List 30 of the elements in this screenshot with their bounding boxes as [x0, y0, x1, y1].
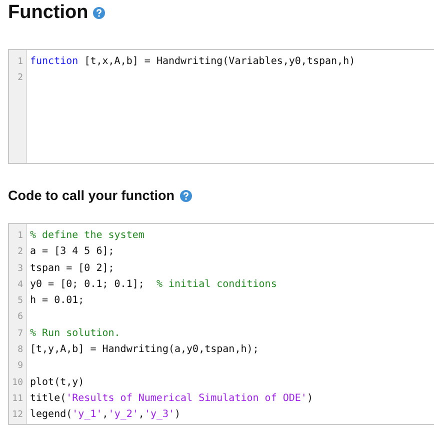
- code-line: % Run solution.: [29, 326, 122, 341]
- section-heading: Function: [8, 2, 88, 24]
- line-number: 8: [16, 344, 24, 358]
- line-number: 1: [16, 56, 24, 69]
- code-line: h = 0.01;: [29, 294, 86, 308]
- help-icon[interactable]: [93, 7, 106, 19]
- line-number: 2: [16, 246, 24, 260]
- code-line: y0 = [0; 0.1; 0.1]; % initial conditions: [29, 278, 278, 292]
- code-line: tspan = [0 2];: [29, 262, 116, 276]
- code-editor[interactable]: 1 2 function [t,x,A,b] = Handwriting(Variables,y0,tspan,h): [9, 50, 434, 163]
- code-line: a = [3 4 5 6];: [29, 245, 116, 260]
- help-icon[interactable]: [180, 190, 192, 202]
- code-line: % define the system: [29, 229, 146, 243]
- code-line: title('Results of Numerical Simulation of ODE'): [29, 392, 314, 406]
- line-number: 3: [16, 262, 24, 276]
- line-number: 10: [11, 376, 24, 390]
- code-line: legend('y_1','y_2','y_3'): [29, 408, 182, 422]
- line-number: 1: [16, 230, 24, 243]
- line-number: 5: [16, 295, 24, 308]
- code-line: function [t,x,A,b] = Handwriting(Variables,y0,tspan,h): [29, 55, 356, 69]
- line-number: 2: [16, 72, 24, 86]
- line-number: 9: [16, 360, 24, 374]
- line-number: 11: [11, 392, 24, 406]
- line-number: 7: [16, 328, 24, 341]
- line-number: 4: [16, 278, 24, 292]
- section-heading: Code to call your function: [8, 188, 175, 203]
- code-line: plot(t,y): [29, 376, 86, 390]
- line-number: 6: [16, 311, 24, 324]
- line-number: 12: [11, 409, 24, 422]
- code-line: [t,y,A,b] = Handwriting(a,y0,tspan,h);: [29, 343, 260, 358]
